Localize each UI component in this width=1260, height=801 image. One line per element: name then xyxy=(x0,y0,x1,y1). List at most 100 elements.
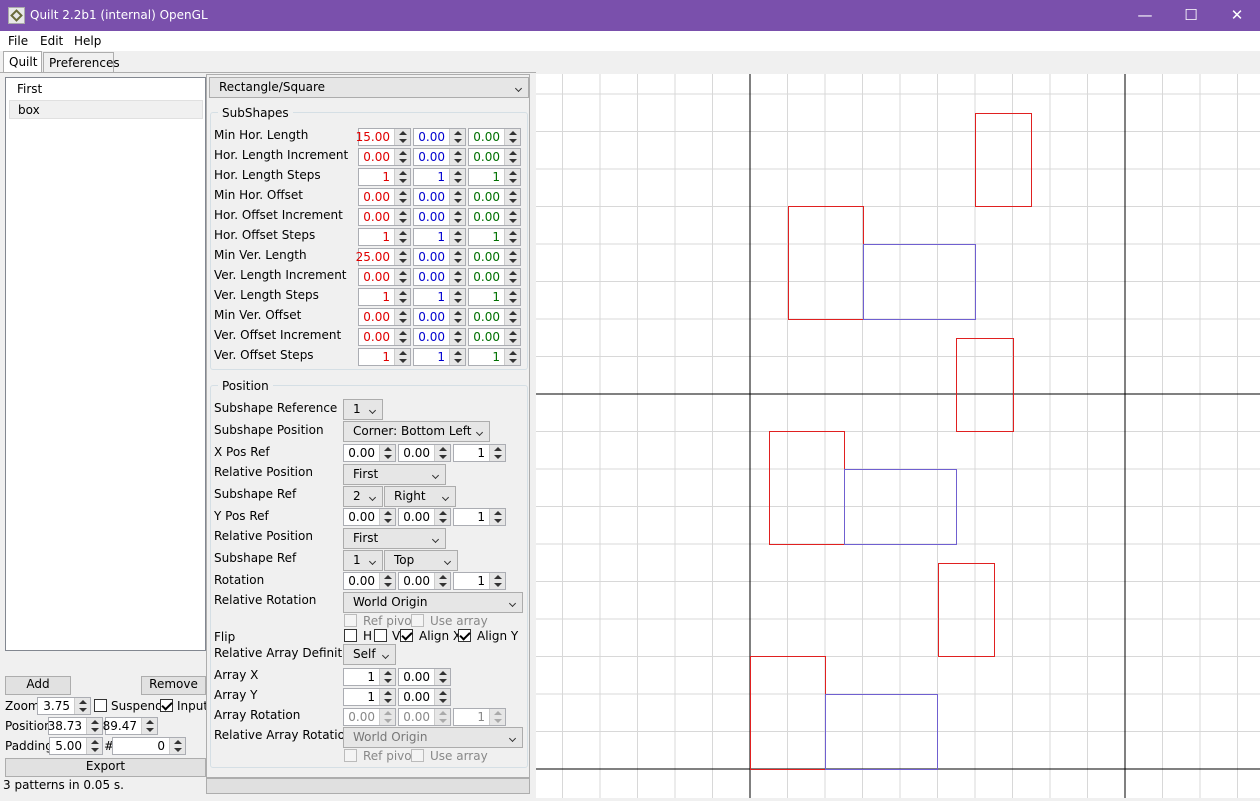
y-subshape-ref-select[interactable]: 1 xyxy=(343,550,383,571)
subshape-value-input[interactable]: 1 xyxy=(468,288,521,306)
array-y-input-1[interactable]: 1 xyxy=(343,688,396,706)
subshape-value-input[interactable]: 0.00 xyxy=(468,328,521,346)
subshape-value-input[interactable]: 0.00 xyxy=(413,208,466,226)
settings-scrollbar[interactable] xyxy=(206,778,530,794)
subshape-value-input[interactable]: 0.00 xyxy=(468,308,521,326)
array-rotation-input-2[interactable]: 0.00 xyxy=(398,708,451,726)
x-subshape-side-select[interactable]: Right xyxy=(384,486,456,507)
flip-v-checkbox[interactable] xyxy=(374,629,387,642)
subshape-value-input[interactable]: 0.00 xyxy=(468,248,521,266)
array-x-input-2[interactable]: 0.00 xyxy=(398,668,451,686)
flip-h-checkbox[interactable] xyxy=(344,629,357,642)
relative-rotation-select[interactable]: World Origin xyxy=(343,592,523,613)
y-pos-ref-input-1[interactable]: 0.00 xyxy=(343,508,396,526)
subshape-position-select[interactable]: Corner: Bottom Left xyxy=(343,421,490,442)
array-y-input-2[interactable]: 0.00 xyxy=(398,688,451,706)
x-pos-ref-input-3[interactable]: 1 xyxy=(453,444,506,462)
y-pos-ref-input-3[interactable]: 1 xyxy=(453,508,506,526)
subshape-value-input[interactable]: 0.00 xyxy=(413,128,466,146)
align-y-checkbox[interactable] xyxy=(458,629,471,642)
use-array-2-checkbox[interactable] xyxy=(411,749,424,762)
x-subshape-ref-select[interactable]: 2 xyxy=(343,486,383,507)
subshape-value-input[interactable]: 1 xyxy=(358,168,411,186)
ref-pivot-2-label: Ref pivot xyxy=(363,749,417,763)
subshape-reference-select[interactable]: 1 xyxy=(343,399,383,420)
suspend-checkbox[interactable] xyxy=(94,699,107,712)
minimize-button[interactable]: — xyxy=(1122,0,1168,31)
subshape-value-input[interactable]: 25.00 xyxy=(356,248,411,266)
use-array-checkbox[interactable] xyxy=(411,614,424,627)
subshape-value-input[interactable]: 0.00 xyxy=(413,308,466,326)
close-button[interactable]: ✕ xyxy=(1214,0,1260,31)
title-bar: Quilt 2.2b1 (internal) OpenGL — ☐ ✕ xyxy=(0,0,1260,31)
position-y-input[interactable]: 89.47 xyxy=(103,717,158,735)
subshape-value-input[interactable]: 0.00 xyxy=(413,328,466,346)
relative-array-rotation-select[interactable]: World Origin xyxy=(343,727,523,748)
align-x-checkbox[interactable] xyxy=(400,629,413,642)
array-x-input-1[interactable]: 1 xyxy=(343,668,396,686)
tab-preferences[interactable]: Preferences xyxy=(43,52,120,72)
subshape-value-input[interactable]: 1 xyxy=(358,288,411,306)
maximize-button[interactable]: ☐ xyxy=(1168,0,1214,31)
subshape-value-input[interactable]: 1 xyxy=(358,348,411,366)
subshape-value-input[interactable]: 0.00 xyxy=(468,188,521,206)
array-rotation-input-1[interactable]: 0.00 xyxy=(343,708,396,726)
pattern-list[interactable]: First box xyxy=(5,77,206,651)
subshape-value-input[interactable]: 0.00 xyxy=(413,188,466,206)
rotation-input-1[interactable]: 0.00 xyxy=(343,572,396,590)
flip-h-label: H xyxy=(363,629,373,643)
array-rotation-input-3[interactable]: 1 xyxy=(453,708,506,726)
count-input[interactable]: 0 xyxy=(112,737,186,755)
subshape-value-input[interactable]: 1 xyxy=(413,228,466,246)
remove-button[interactable]: Remove xyxy=(141,676,206,695)
status-text: 3 patterns in 0.05 s. xyxy=(3,778,124,792)
rotation-input-2[interactable]: 0.00 xyxy=(398,572,451,590)
menu-help[interactable]: Help xyxy=(74,34,101,48)
x-relative-position-select[interactable]: First xyxy=(343,464,446,485)
menu-edit[interactable]: Edit xyxy=(40,34,63,48)
menu-file[interactable]: File xyxy=(8,34,28,48)
relative-array-definition-select[interactable]: Self xyxy=(343,644,396,665)
pattern-viewport[interactable] xyxy=(536,74,1260,798)
shape-type-select[interactable]: Rectangle/Square xyxy=(209,77,529,98)
subshape-value-input[interactable]: 0.00 xyxy=(358,268,411,286)
subshape-value-input[interactable]: 1 xyxy=(413,348,466,366)
subshape-value-input[interactable]: 0.00 xyxy=(358,208,411,226)
subshape-value-input[interactable]: 0.00 xyxy=(358,328,411,346)
subshape-value-input[interactable]: 0.00 xyxy=(468,208,521,226)
y-subshape-side-select[interactable]: Top xyxy=(384,550,458,571)
tab-quilt[interactable]: Quilt xyxy=(3,51,42,73)
input-checkbox[interactable] xyxy=(160,699,173,712)
list-item[interactable]: box xyxy=(9,100,203,119)
subshape-value-input[interactable]: 0.00 xyxy=(413,248,466,266)
subshape-value-input[interactable]: 1 xyxy=(468,348,521,366)
x-pos-ref-input-1[interactable]: 0.00 xyxy=(343,444,396,462)
export-button[interactable]: Export xyxy=(5,758,206,777)
x-pos-ref-input-2[interactable]: 0.00 xyxy=(398,444,451,462)
padding-input[interactable]: 5.00 xyxy=(49,737,103,755)
subshape-value-input[interactable]: 0.00 xyxy=(468,268,521,286)
subshape-value-input[interactable]: 0.00 xyxy=(358,188,411,206)
subshape-value-input[interactable]: 0.00 xyxy=(413,148,466,166)
subshape-value-input[interactable]: 0.00 xyxy=(358,308,411,326)
y-relative-position-select[interactable]: First xyxy=(343,528,446,549)
position-x-input[interactable]: 38.73 xyxy=(48,717,103,735)
subshape-value-input[interactable]: 0.00 xyxy=(468,128,521,146)
ref-pivot-checkbox[interactable] xyxy=(344,614,357,627)
subshape-value-input[interactable]: 1 xyxy=(413,288,466,306)
subshape-value-input[interactable]: 15.00 xyxy=(356,128,411,146)
subshape-value-input[interactable]: 1 xyxy=(358,228,411,246)
zoom-input[interactable]: 3.75 xyxy=(37,697,91,715)
add-button[interactable]: Add xyxy=(5,676,71,695)
subshape-value-input[interactable]: 0.00 xyxy=(413,268,466,286)
subshape-value-input[interactable]: 1 xyxy=(468,228,521,246)
ref-pivot-2-checkbox[interactable] xyxy=(344,749,357,762)
subshape-value-input[interactable]: 1 xyxy=(413,168,466,186)
subshape-value-input[interactable]: 0.00 xyxy=(358,148,411,166)
subshape-value-input[interactable]: 1 xyxy=(468,168,521,186)
pattern-rect-red xyxy=(956,338,1014,432)
list-item[interactable]: First xyxy=(9,80,203,99)
y-pos-ref-input-2[interactable]: 0.00 xyxy=(398,508,451,526)
rotation-input-3[interactable]: 1 xyxy=(453,572,506,590)
subshape-value-input[interactable]: 0.00 xyxy=(468,148,521,166)
